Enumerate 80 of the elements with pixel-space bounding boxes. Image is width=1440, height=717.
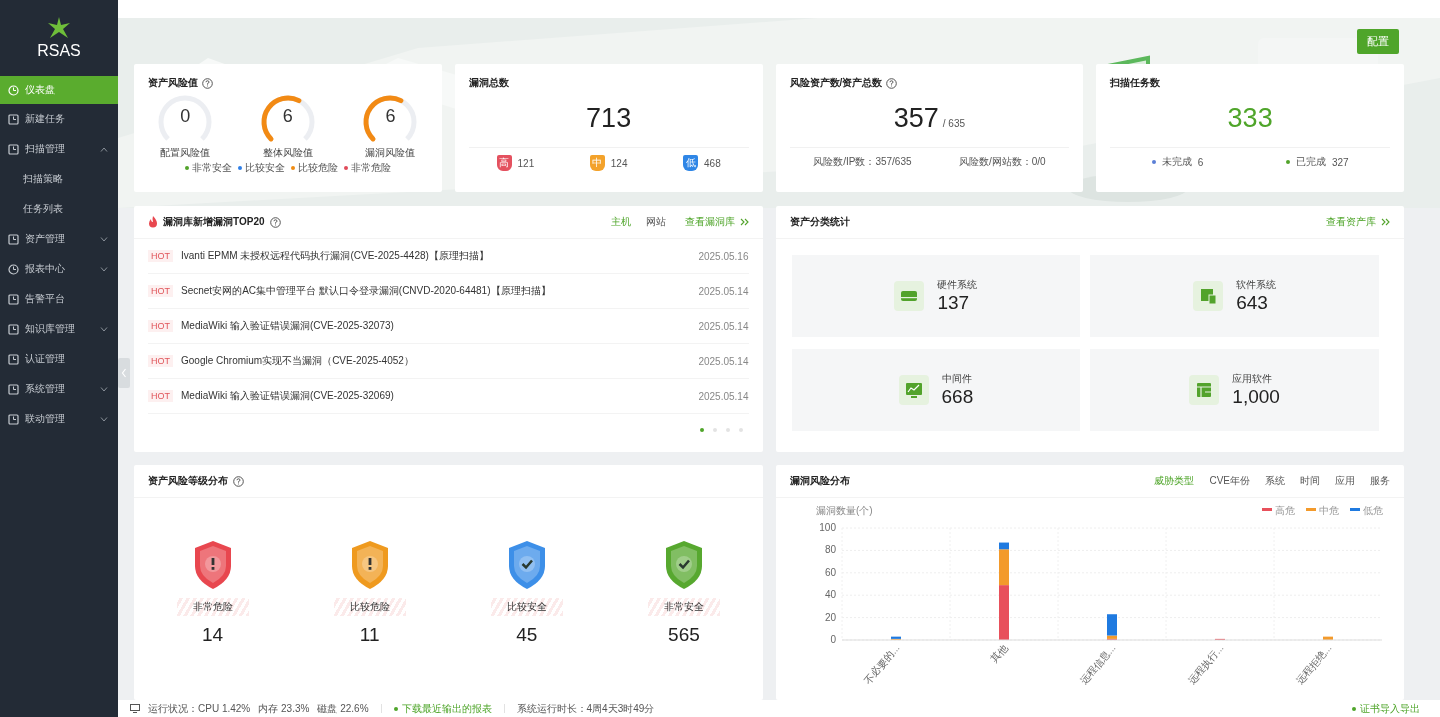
category-label: 远程信息... (1077, 642, 1118, 687)
category-label: 应用软件 (1232, 372, 1274, 386)
category-label: 软件系统 (1236, 278, 1277, 292)
hot-tag: HOT (148, 285, 173, 297)
severity-count: 468 (704, 157, 721, 169)
hot-tag: HOT (148, 355, 173, 367)
severity-badge: 低 (683, 155, 699, 171)
stat-text: 风险数/IP数：357/635 (813, 155, 912, 169)
severity-count: 124 (610, 157, 628, 169)
gauge-value: 0 (179, 106, 192, 127)
category-label: 远程执行... (1185, 642, 1226, 687)
category-count: 643 (1236, 292, 1269, 314)
category-label: 远程拒绝... (1293, 642, 1334, 687)
hot-tag: HOT (148, 320, 173, 332)
severity-badge: 中 (589, 155, 605, 171)
legend-label: 高危 (1274, 505, 1295, 516)
card-title: 资产风险值 (148, 76, 198, 90)
hot-tag: HOT (148, 390, 173, 402)
axis-title: 漏洞数量(个) (815, 505, 873, 516)
category-label: 硬件系统 (937, 278, 978, 292)
stat-text: 风险数/网站数：0/0 (958, 155, 1046, 169)
category-label: 中间件 (941, 372, 973, 386)
category-label: 不必要的... (861, 642, 902, 687)
legend-label: 中危 (1318, 505, 1339, 516)
stat-count: 327 (1331, 156, 1349, 168)
gauge-value: 6 (384, 106, 397, 127)
level-count: 14 (202, 624, 224, 646)
date-text: 2025.05.14 (698, 355, 749, 367)
level-label: 比较安全 (490, 598, 563, 616)
hot-tag: HOT (148, 250, 173, 262)
legend-label: 非常安全 (191, 161, 232, 175)
card-title: 漏洞库新增漏洞TOP20 (163, 215, 265, 229)
date-text: 2025.05.14 (698, 320, 749, 332)
tick-label: 100 (818, 522, 836, 533)
card-title: 漏洞总数 (468, 76, 509, 90)
severity-badge: 高 (496, 155, 512, 171)
legend-label: 比较危险 (297, 161, 338, 175)
category-count: 668 (941, 386, 974, 408)
tick-label: 20 (824, 611, 836, 623)
category-label: 其他 (987, 642, 1010, 665)
date-text: 2025.05.14 (698, 390, 749, 402)
status-text: 内存 23.3% (258, 701, 310, 716)
tick-label: 0 (829, 634, 836, 645)
level-label: 比较危险 (333, 598, 406, 616)
date-text: 2025.05.16 (698, 250, 749, 262)
level-label: 非常安全 (647, 598, 720, 616)
legend-label: 比较安全 (244, 161, 285, 175)
card-title: 资产分类统计 (789, 215, 850, 229)
gauge-label: 配置风险值 (160, 146, 211, 160)
gauge-label: 漏洞风险值 (365, 146, 416, 160)
category-count: 137 (937, 292, 971, 314)
card-title: 资产风险等级分布 (148, 474, 228, 488)
status-text: 运行状况：CPU 1.42% (148, 701, 251, 716)
legend-label: 低危 (1362, 505, 1383, 516)
asset-total: / 635 (942, 118, 966, 129)
gauge-label: 整体风险值 (262, 146, 313, 160)
tick-label: 40 (824, 589, 836, 601)
total-value: 713 (585, 103, 633, 135)
card-title: 漏洞风险分布 (789, 474, 850, 488)
level-count: 565 (668, 624, 700, 646)
tick-label: 60 (824, 566, 836, 578)
severity-count: 121 (517, 157, 535, 169)
category-count: 1,000 (1232, 386, 1280, 408)
tick-label: 80 (824, 544, 836, 556)
level-label: 非常危险 (176, 598, 249, 616)
task-count: 333 (1226, 103, 1274, 135)
stat-count: 6 (1197, 156, 1204, 168)
status-text: 磁盘 22.6% (317, 701, 369, 716)
card-title: 风险资产数/资产总数 (789, 76, 883, 90)
uptime-text: 系统运行时长：4周4天3时49分 (516, 701, 655, 716)
legend-label: 非常危险 (350, 161, 391, 175)
gauge-value: 6 (281, 106, 294, 127)
level-count: 45 (516, 624, 538, 646)
logo-text: RSAS (37, 42, 81, 60)
date-text: 2025.05.14 (698, 285, 749, 297)
risk-asset-value: 357 (893, 103, 939, 133)
stat-label: 已完成 (1295, 155, 1326, 169)
stat-label: 未完成 (1161, 155, 1192, 169)
level-count: 11 (359, 624, 380, 646)
card-title: 扫描任务数 (1110, 76, 1161, 90)
